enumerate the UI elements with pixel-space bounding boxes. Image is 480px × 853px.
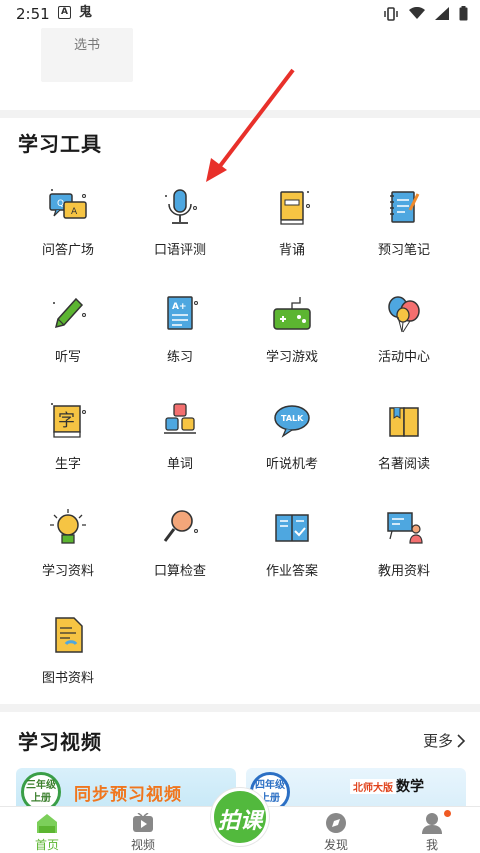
status-bar: 2:51 A 鬼 [0, 0, 480, 28]
wifi-icon [409, 7, 425, 19]
nav-video[interactable]: 视频 [113, 811, 173, 853]
tool-label: 单词 [166, 457, 193, 472]
tool-teaching-materials[interactable]: 教用资料 [348, 507, 460, 597]
status-time: 2:51 [16, 5, 50, 23]
tools-title: 学习工具 [18, 132, 102, 156]
tool-dictation[interactable]: 听写 [12, 293, 124, 383]
video-card-title: 同步预习视频 [74, 785, 182, 805]
tool-label: 名著阅读 [377, 457, 430, 472]
tool-label: 口语评测 [153, 243, 206, 258]
nav-discover[interactable]: 发现 [306, 811, 366, 853]
status-right-icons [383, 6, 468, 21]
classic-book-icon [389, 407, 419, 437]
notification-app-icon: 鬼 [79, 5, 93, 20]
tool-label: 学习游戏 [265, 350, 318, 365]
more-label: 更多 [422, 732, 453, 750]
talk-bubble-icon: TALK [274, 405, 310, 438]
subject-label: 数学 [396, 779, 424, 795]
home-icon [37, 814, 57, 833]
nav-label: 发现 [323, 838, 348, 852]
svg-text:A: A [71, 207, 78, 217]
tool-label: 口算检查 [153, 564, 206, 579]
chevron-right-icon [457, 733, 466, 748]
signal-icon [435, 7, 449, 20]
grade-text: 三年级 [26, 780, 56, 791]
vibrate-icon [384, 6, 398, 21]
book-recite-icon [280, 191, 310, 225]
tool-label: 听写 [54, 350, 81, 365]
svg-text:TALK: TALK [281, 414, 304, 423]
tool-words[interactable]: 单词 [124, 400, 236, 490]
nav-home[interactable]: 首页 [17, 811, 77, 853]
lightbulb-icon [50, 509, 86, 544]
tool-homework-answers[interactable]: 作业答案 [236, 507, 348, 597]
tool-label: 预习笔记 [377, 243, 430, 258]
tool-practice[interactable]: A+ 练习 [124, 293, 236, 383]
tool-mental-math-check[interactable]: 口算检查 [124, 507, 236, 597]
svg-text:Q: Q [57, 199, 64, 209]
tool-label: 问答广场 [41, 243, 94, 258]
magnifier-icon [163, 510, 198, 542]
tool-preview-notes[interactable]: 预习笔记 [348, 186, 460, 276]
video-icon [133, 813, 153, 832]
select-book-button[interactable]: 选书 [41, 28, 133, 82]
tool-label: 作业答案 [265, 564, 318, 579]
nav-label: 视频 [130, 838, 155, 852]
tool-listening-speaking-exam[interactable]: TALK 听说机考 [236, 400, 348, 490]
tool-label: 学习资料 [41, 564, 94, 579]
tool-learning-materials[interactable]: 学习资料 [12, 507, 124, 597]
microphone-icon [165, 189, 197, 224]
gamepad-icon [273, 297, 311, 330]
tool-label: 活动中心 [377, 350, 430, 365]
snap-lesson-label: 拍课 [217, 809, 262, 834]
qa-plaza-icon: Q A [49, 189, 87, 219]
tool-label: 听说机考 [265, 457, 318, 472]
tool-learning-games[interactable]: 学习游戏 [236, 293, 348, 383]
nav-label: 首页 [34, 838, 59, 852]
notification-dot [444, 810, 451, 817]
learning-tools-section: 学习工具 Q A 问答广场 口语评测 背诵 预习笔记 听写 A+ 练习 学习游戏… [0, 118, 480, 704]
tool-oral-assessment[interactable]: 口语评测 [124, 186, 236, 276]
videos-title: 学习视频 [18, 730, 102, 754]
word-blocks-icon [164, 403, 196, 434]
tool-label: 练习 [166, 350, 193, 365]
select-book-label: 选书 [73, 38, 100, 53]
status-left-icons: A 鬼 [58, 6, 92, 19]
book-select-section: 选书 [0, 28, 480, 110]
notebook-icon [390, 191, 420, 223]
nav-label: 我 [425, 838, 438, 852]
exercise-sheet-icon: A+ [167, 296, 198, 330]
battery-icon [459, 6, 468, 21]
tool-book-materials[interactable]: 图书资料 [12, 614, 124, 704]
document-icon [55, 617, 83, 653]
svg-text:字: 字 [58, 411, 75, 431]
teacher-board-icon [387, 512, 423, 544]
nav-me[interactable]: 我 [402, 811, 462, 853]
profile-icon [422, 813, 442, 834]
tool-qa-plaza[interactable]: Q A 问答广场 [12, 186, 124, 276]
answer-book-icon [275, 514, 309, 542]
tool-recite[interactable]: 背诵 [236, 186, 348, 276]
tool-activity-center[interactable]: 活动中心 [348, 293, 460, 383]
discover-icon [326, 813, 346, 833]
svg-text:A+: A+ [172, 302, 187, 312]
tool-label: 背诵 [278, 243, 305, 258]
snap-lesson-button[interactable]: 拍课 [211, 788, 269, 846]
new-character-icon: 字 [51, 403, 86, 438]
tool-label: 教用资料 [377, 564, 430, 579]
balloons-icon [388, 296, 420, 333]
tool-label: 图书资料 [41, 671, 94, 686]
term-text: 上册 [31, 793, 51, 804]
tool-new-characters[interactable]: 字 生字 [12, 400, 124, 490]
more-videos-link[interactable]: 更多 [423, 730, 466, 751]
pencil-icon [53, 297, 86, 329]
grade-text: 四年级 [255, 780, 285, 791]
tool-label: 生字 [54, 457, 81, 472]
tool-classic-reading[interactable]: 名著阅读 [348, 400, 460, 490]
publisher-tag: 北师大版 [350, 779, 396, 794]
notification-a-icon: A [58, 6, 71, 19]
